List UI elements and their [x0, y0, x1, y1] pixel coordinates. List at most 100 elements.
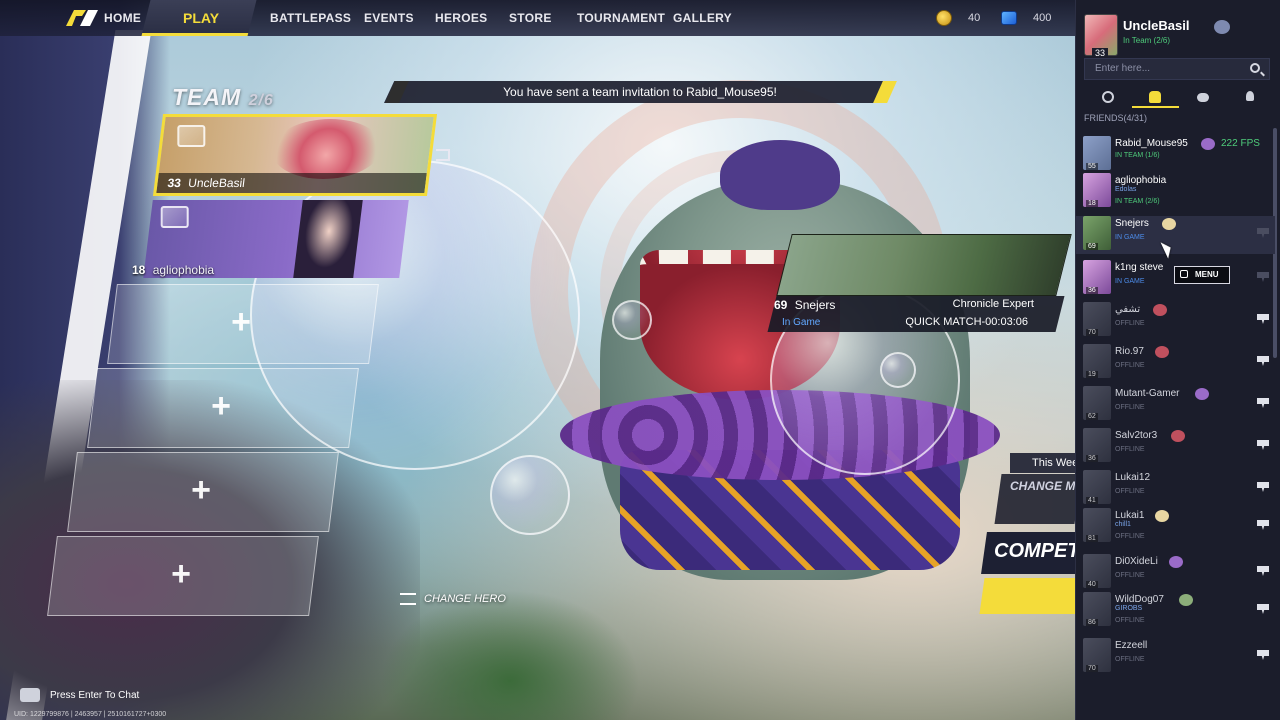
- hover-card-status: In Game: [782, 317, 821, 328]
- friend-name: WildDog07: [1115, 594, 1164, 605]
- friend-row[interactable]: 19 Rio.97 OFFLINE: [1081, 344, 1273, 382]
- avatar: 81: [1083, 508, 1111, 542]
- game-logo-icon[interactable]: [64, 8, 100, 28]
- friend-status: IN TEAM (1/6): [1115, 152, 1160, 159]
- team-title: TEAM 2/6: [172, 84, 274, 111]
- invite-icon[interactable]: [1257, 356, 1269, 366]
- rank-badge-icon: [177, 125, 206, 147]
- friend-row[interactable]: 55 Rabid_Mouse95 222 FPS IN TEAM (1/6): [1081, 136, 1273, 174]
- invite-icon[interactable]: [1257, 314, 1269, 324]
- add-member-icon: +: [171, 555, 192, 593]
- my-name: UncleBasil: [1123, 18, 1190, 33]
- empty-team-slot[interactable]: +: [107, 284, 379, 364]
- friend-status: OFFLINE: [1115, 488, 1145, 495]
- friend-row[interactable]: 36 Salv2tor3 OFFLINE: [1081, 428, 1273, 466]
- nav-battlepass[interactable]: BATTLEPASS: [270, 0, 351, 36]
- hover-card-name: 69 Snejers: [774, 298, 835, 312]
- my-status[interactable]: In Team (2/6): [1123, 36, 1170, 45]
- tab-friends[interactable]: [1131, 86, 1179, 108]
- invite-icon[interactable]: [1257, 272, 1269, 282]
- invite-icon[interactable]: [1257, 228, 1269, 238]
- invite-icon[interactable]: [1257, 440, 1269, 450]
- menu-icon: [1180, 270, 1188, 278]
- friend-row[interactable]: 86 WildDog07 GIROBS OFFLINE: [1081, 592, 1273, 630]
- rank-icon: [1153, 304, 1167, 316]
- nav-events[interactable]: EVENTS: [364, 0, 414, 36]
- invite-icon[interactable]: [1257, 482, 1269, 492]
- hover-card-art: [776, 234, 1072, 296]
- friend-level: 55: [1086, 163, 1098, 170]
- nav-store[interactable]: STORE: [509, 0, 552, 36]
- friend-name: k1ng steve: [1115, 262, 1164, 273]
- nav-home[interactable]: HOME: [104, 0, 141, 36]
- hover-card-match: QUICK MATCH-00:03:06: [905, 316, 1028, 328]
- bubble: [880, 352, 916, 388]
- invite-icon[interactable]: [1257, 566, 1269, 576]
- friend-status: OFFLINE: [1115, 656, 1145, 663]
- nav-tournament[interactable]: TOURNAMENT: [577, 0, 665, 36]
- friend-row[interactable]: 81 Lukai1 chill1 OFFLINE: [1081, 508, 1273, 546]
- hover-card-player: Snejers: [794, 298, 836, 312]
- friend-level: 86: [1086, 619, 1098, 626]
- rank-icon: [1162, 218, 1176, 230]
- friend-level: 62: [1086, 413, 1098, 420]
- friend-level: 69: [1086, 243, 1098, 250]
- invite-icon[interactable]: [1257, 520, 1269, 530]
- friend-row[interactable]: 69 Snejers IN GAME: [1076, 216, 1275, 254]
- member-name-label: 18 agliophobia: [132, 263, 214, 277]
- swap-icon: [400, 593, 416, 605]
- invite-icon[interactable]: [1257, 604, 1269, 614]
- empty-team-slot[interactable]: +: [67, 452, 339, 532]
- friend-name: Di0XideLi: [1115, 556, 1158, 567]
- invite-icon[interactable]: [1257, 650, 1269, 660]
- hover-card-title: Chronicle Expert: [952, 298, 1034, 310]
- friend-row[interactable]: 18 agliophobia Edolas IN TEAM (2/6): [1081, 173, 1273, 211]
- team-count: 2/6: [248, 92, 274, 109]
- rank-icon: [1171, 430, 1185, 442]
- friend-row[interactable]: 70 Ezzeell OFFLINE: [1081, 638, 1273, 676]
- search-icon[interactable]: [1250, 63, 1260, 73]
- avatar: 86: [1083, 592, 1111, 626]
- leave-team-icon[interactable]: [436, 149, 450, 161]
- avatar: 55: [1083, 136, 1111, 170]
- friend-level: 70: [1086, 665, 1098, 672]
- friend-status: IN GAME: [1115, 278, 1145, 285]
- gold-currency[interactable]: 40: [936, 10, 980, 26]
- add-friend-icon: [1246, 91, 1255, 101]
- friend-level: 18: [1086, 200, 1098, 207]
- friend-level: 36: [1086, 455, 1098, 462]
- empty-team-slot[interactable]: +: [87, 368, 359, 448]
- tab-discord[interactable]: [1179, 86, 1227, 108]
- tab-add-friend[interactable]: [1227, 86, 1275, 108]
- chat-prompt-text: Press Enter To Chat: [50, 689, 140, 701]
- team-member-card[interactable]: 33 UncleBasil: [152, 114, 438, 196]
- my-profile[interactable]: 33 UncleBasil In Team (2/6): [1084, 14, 1274, 58]
- friend-row[interactable]: 40 Di0XideLi OFFLINE: [1081, 554, 1273, 592]
- friend-row[interactable]: 62 Mutant-Gamer OFFLINE: [1081, 386, 1273, 424]
- nav-heroes[interactable]: HEROES: [435, 0, 487, 36]
- chat-prompt[interactable]: Press Enter To Chat: [20, 688, 139, 702]
- friend-row[interactable]: 41 Lukai12 OFFLINE: [1081, 470, 1273, 508]
- invite-icon[interactable]: [1257, 398, 1269, 408]
- friend-status: IN TEAM (2/6): [1115, 198, 1160, 205]
- rank-icon: [1201, 138, 1215, 150]
- friend-name: Rabid_Mouse95: [1115, 138, 1188, 149]
- change-mode-label: CHANGE MO: [1010, 479, 1085, 493]
- hover-card-level: 69: [774, 298, 788, 312]
- member-card-art: [293, 200, 363, 278]
- rank-badge-icon: [160, 206, 189, 228]
- discord-icon: [1196, 93, 1209, 102]
- tab-recent[interactable]: [1084, 86, 1132, 108]
- friend-status: OFFLINE: [1115, 404, 1145, 411]
- friend-subtitle: GIROBS: [1115, 605, 1143, 612]
- friend-row[interactable]: 70 تشفي OFFLINE: [1081, 302, 1273, 340]
- gem-currency[interactable]: 400: [1001, 10, 1051, 26]
- nav-gallery[interactable]: GALLERY: [673, 0, 732, 36]
- friend-search-input[interactable]: Enter here...: [1084, 58, 1270, 80]
- rank-icon: [1169, 556, 1183, 568]
- change-hero-button[interactable]: CHANGE HERO: [400, 593, 506, 605]
- start-button[interactable]: [979, 578, 1085, 614]
- nav-play[interactable]: PLAY: [183, 0, 219, 36]
- change-hero-label: CHANGE HERO: [424, 593, 506, 605]
- empty-team-slot[interactable]: +: [47, 536, 319, 616]
